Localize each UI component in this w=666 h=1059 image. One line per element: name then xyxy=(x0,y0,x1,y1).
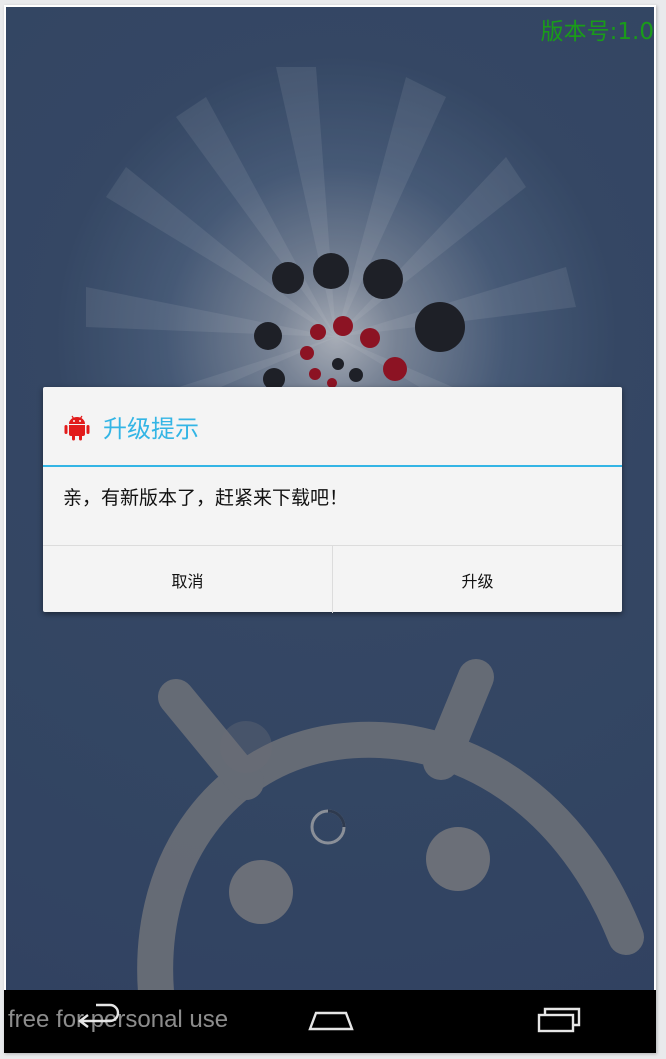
home-icon[interactable] xyxy=(306,1003,356,1035)
dialog-button-bar: 取消 升级 xyxy=(43,545,622,613)
back-icon[interactable] xyxy=(78,1003,128,1035)
android-icon xyxy=(64,415,90,441)
upgrade-button[interactable]: 升级 xyxy=(332,546,622,613)
cancel-button[interactable]: 取消 xyxy=(43,546,332,613)
device-frame: 版本号:1.0 升级提示 亲，有新版本了，赶紧来下载吧！ 取消 升级 xyxy=(4,5,656,1053)
recents-icon[interactable] xyxy=(534,1003,584,1035)
version-label: 版本号:1.0 xyxy=(540,19,654,45)
dialog-header: 升级提示 xyxy=(43,387,622,467)
dialog-title: 升级提示 xyxy=(103,415,199,443)
upgrade-dialog: 升级提示 亲，有新版本了，赶紧来下载吧！ 取消 升级 xyxy=(43,387,622,613)
splash-screen: 版本号:1.0 升级提示 亲，有新版本了，赶紧来下载吧！ 取消 升级 xyxy=(6,7,654,992)
dialog-message: 亲，有新版本了，赶紧来下载吧！ xyxy=(63,487,349,509)
loading-spinner-icon xyxy=(310,809,346,845)
